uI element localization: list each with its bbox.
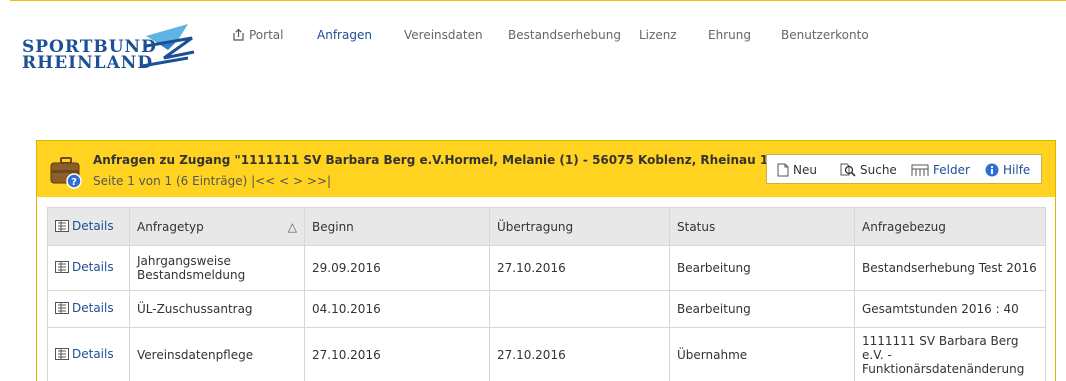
cell-beginn: 29.09.2016	[304, 245, 490, 291]
cell-status: Bearbeitung	[669, 245, 855, 291]
details-icon	[55, 302, 69, 314]
cell-anfragebezug: Bestandserhebung Test 2016	[854, 245, 1046, 291]
row-details-label: Details	[72, 301, 114, 315]
nav-item-portal[interactable]: Portal	[232, 28, 283, 42]
search-button[interactable]: Suche	[840, 162, 897, 178]
cell-beginn: 04.10.2016	[304, 290, 490, 328]
cell-uebertragung: 27.10.2016	[489, 245, 670, 291]
help-button-label: Hilfe	[1003, 163, 1031, 177]
details-icon	[55, 219, 69, 232]
new-button[interactable]: Neu	[777, 162, 817, 178]
row-details-link[interactable]: Details	[55, 260, 114, 274]
new-button-label: Neu	[793, 163, 817, 177]
row-details-link[interactable]: Details	[55, 347, 114, 361]
top-border	[0, 0, 1066, 8]
panel-title: Anfragen zu Zugang "1111111 SV Barbara B…	[93, 153, 783, 167]
cell-status: Bearbeitung	[669, 290, 855, 328]
nav-item-bestandserhebung[interactable]: Bestandserhebung	[508, 28, 621, 42]
row-details-label: Details	[72, 347, 114, 361]
cell-anfragetyp: Vereinsdatenpflege	[129, 327, 305, 381]
details-icon	[55, 261, 69, 273]
table-row: Details Jahrgangsweise Bestandsmeldung 2…	[47, 245, 1046, 291]
table-row: Details Vereinsdatenpflege 27.10.2016 27…	[47, 327, 1046, 381]
nav-item-lizenz[interactable]: Lizenz	[639, 28, 677, 42]
search-document-icon	[840, 163, 856, 177]
export-icon	[233, 28, 244, 41]
sort-ascending-icon[interactable]: △	[288, 220, 297, 234]
table-header-row: Details Anfragetyp △ Beginn Übertragung S…	[47, 207, 1046, 246]
nav-item-anfragen[interactable]: Anfragen	[317, 28, 372, 42]
column-header-status[interactable]: Status	[669, 207, 855, 246]
briefcase-help-icon: ?	[50, 157, 82, 189]
table-row: Details ÜL-Zuschussantrag 04.10.2016 Bea…	[47, 290, 1046, 328]
requests-table: Details Anfragetyp △ Beginn Übertragung S…	[47, 207, 1046, 381]
new-document-icon	[777, 163, 789, 177]
column-header-details-label: Details	[72, 218, 114, 233]
search-button-label: Suche	[860, 163, 897, 177]
cell-anfragebezug: Gesamtstunden 2016 : 40	[854, 290, 1046, 328]
svg-text:?: ?	[71, 177, 77, 188]
column-header-beginn[interactable]: Beginn	[304, 207, 490, 246]
column-header-uebertragung[interactable]: Übertragung	[489, 207, 670, 246]
fields-button-label: Felder	[933, 163, 970, 177]
cell-status: Übernahme	[669, 327, 855, 381]
details-icon	[55, 348, 69, 360]
cell-anfragetyp: ÜL-Zuschussantrag	[129, 290, 305, 328]
column-header-anfragetyp[interactable]: Anfragetyp △	[129, 207, 305, 246]
nav-item-vereinsdaten[interactable]: Vereinsdaten	[404, 28, 483, 42]
nav-item-label: Portal	[249, 28, 284, 42]
info-icon	[985, 163, 999, 177]
row-details-label: Details	[72, 260, 114, 274]
cell-uebertragung: 27.10.2016	[489, 327, 670, 381]
column-header-anfragetyp-label: Anfragetyp	[137, 219, 204, 234]
panel-toolbar: Neu Suche Felder Hilfe	[766, 154, 1042, 184]
column-header-anfragebezug[interactable]: Anfragebezug	[854, 207, 1046, 246]
cell-anfragebezug: 1111111 SV Barbara Berg e.V. - Funktionä…	[854, 327, 1046, 381]
column-header-details[interactable]: Details	[47, 207, 130, 246]
cell-beginn: 27.10.2016	[304, 327, 490, 381]
pagination[interactable]: Seite 1 von 1 (6 Einträge) |<< < > >>|	[93, 174, 331, 188]
requests-table-wrapper: Details Anfragetyp △ Beginn Übertragung S…	[47, 207, 1046, 381]
table-fields-icon	[911, 164, 929, 176]
nav-item-ehrung[interactable]: Ehrung	[708, 28, 751, 42]
logo-emblem-icon	[141, 24, 195, 68]
sportbund-logo[interactable]: SPORTBUND RHEINLAND	[18, 22, 218, 77]
cell-uebertragung	[489, 290, 670, 328]
logo-line-2: RHEINLAND	[22, 53, 154, 73]
help-button[interactable]: Hilfe	[985, 162, 1030, 178]
nav-item-benutzerkonto[interactable]: Benutzerkonto	[781, 28, 869, 42]
requests-panel: ? Anfragen zu Zugang "1111111 SV Barbara…	[36, 140, 1056, 381]
cell-anfragetyp: Jahrgangsweise Bestandsmeldung	[129, 245, 305, 291]
fields-button[interactable]: Felder	[911, 162, 970, 178]
row-details-link[interactable]: Details	[55, 301, 114, 315]
panel-header: ? Anfragen zu Zugang "1111111 SV Barbara…	[37, 141, 1055, 197]
